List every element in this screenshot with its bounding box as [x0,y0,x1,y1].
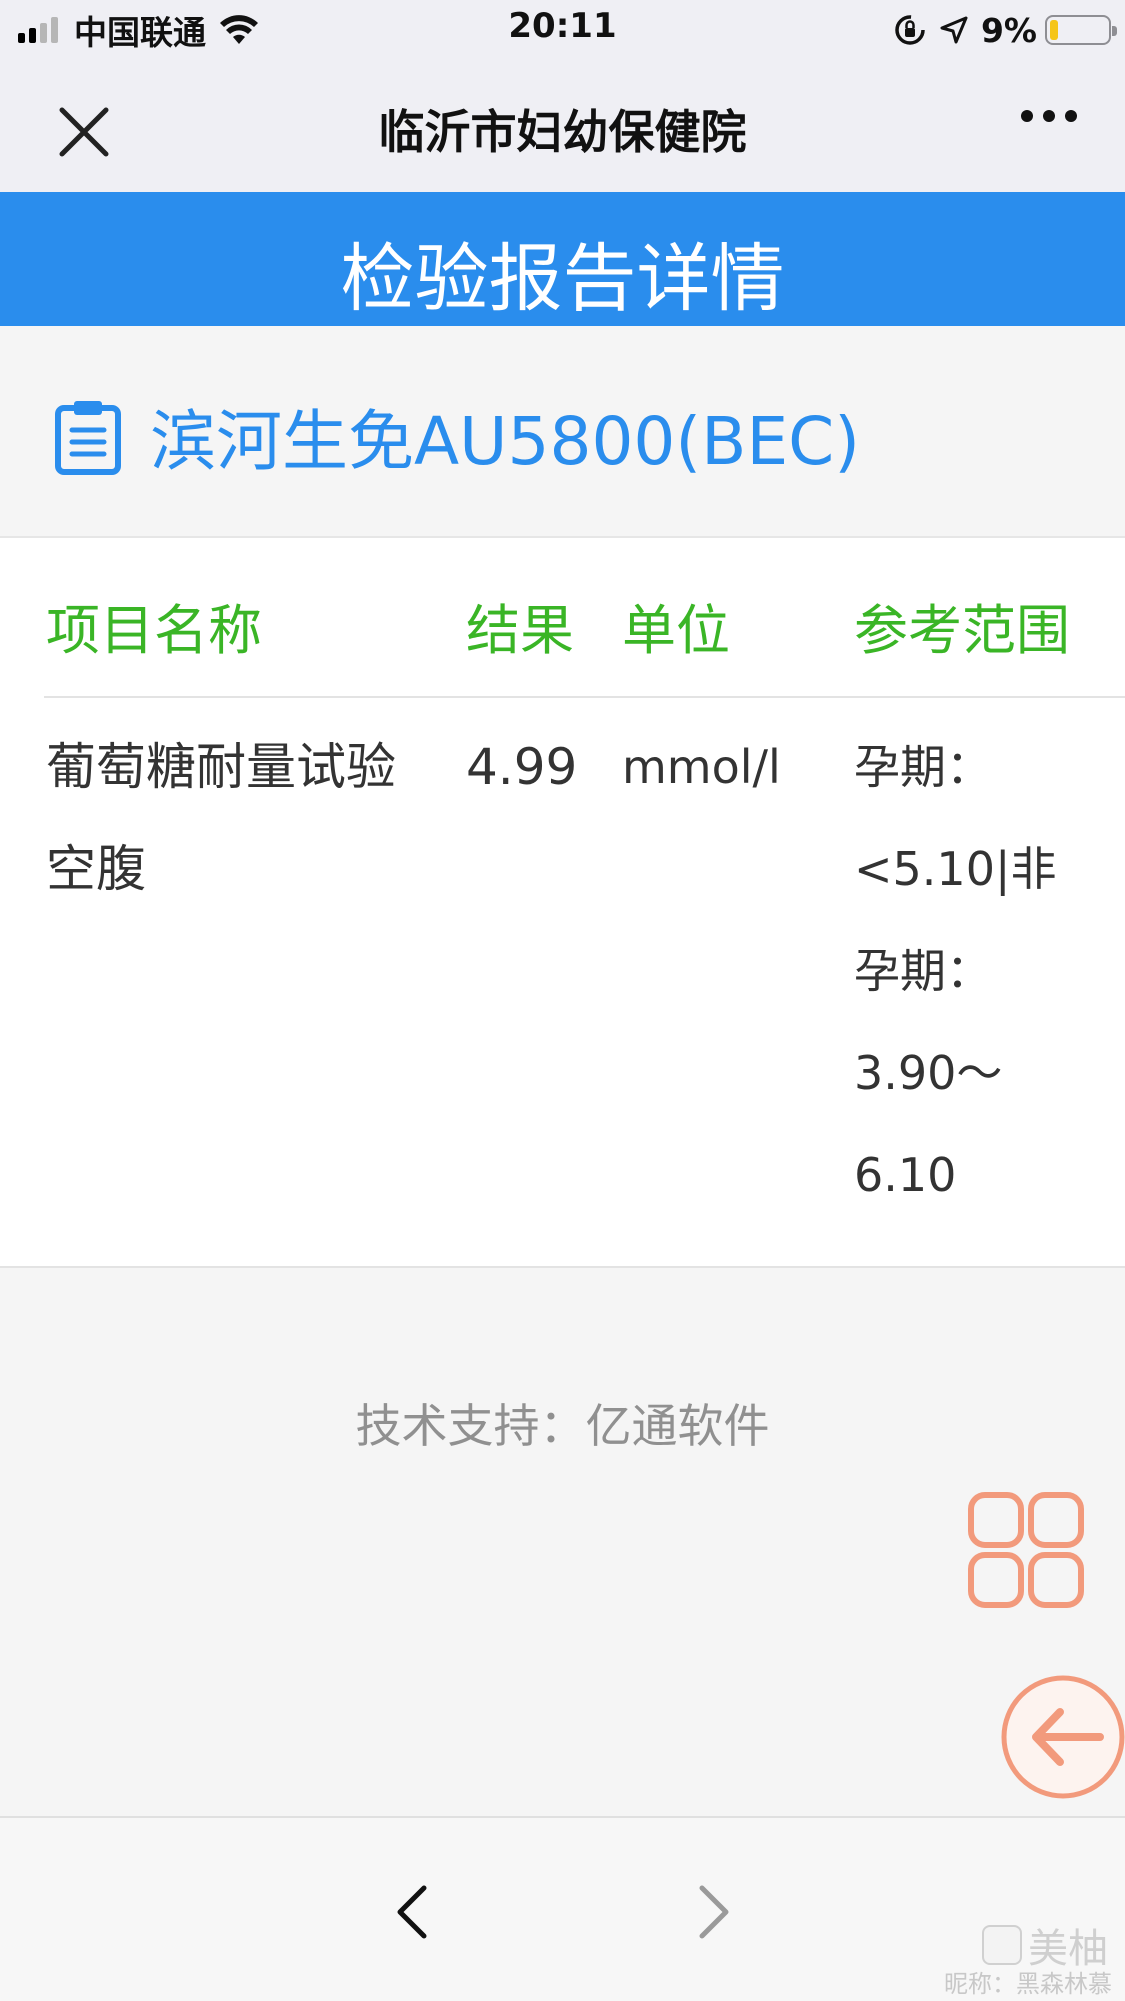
unit-cell: mmol/l [622,740,781,794]
nav-title: 临沂市妇幼保健院 [378,105,747,159]
column-header-unit: 单位 [622,599,730,662]
range-line: 孕期： [854,740,992,794]
back-arrow-icon[interactable] [1000,1674,1125,1800]
grid-menu-icon[interactable] [968,1492,1084,1608]
page: 中国联通 20:11 9% 临沂市妇幼保健院 检验报告详情 滨河生免AU5800… [0,0,1125,2001]
battery-icon [1045,15,1117,45]
clipboard-icon [55,401,121,475]
table-header: 项目名称 结果 单位 参考范围 [0,538,1125,698]
status-bar: 中国联通 20:11 9% [0,0,1125,60]
more-icon[interactable] [1011,110,1077,122]
chevron-right-icon[interactable] [688,1882,738,1942]
range-line: 孕期： [854,944,992,998]
header-divider [44,696,1125,698]
chevron-left-icon[interactable] [388,1882,438,1942]
item-name-line: 葡萄糖耐量试验 [46,738,396,796]
report-header: 检验报告详情 [0,192,1125,326]
item-name-line: 空腹 [46,840,146,898]
result-table: 项目名称 结果 单位 参考范围 葡萄糖耐量试验 空腹 4.99 mmol/l 孕… [0,538,1125,1268]
location-icon [940,16,968,44]
battery-percent: 9% [980,10,1037,50]
column-header-name: 项目名称 [46,599,262,662]
range-line: 3.90～ [854,1046,1003,1100]
status-right: 9% [893,8,1117,52]
range-line: <5.10|非 [854,842,1057,896]
range-cell: 孕期： <5.10|非 孕期： 3.90～ 6.10 [854,716,1074,1226]
device-section: 滨河生免AU5800(BEC) [0,326,1125,538]
item-name-cell: 葡萄糖耐量试验 空腹 [46,716,446,920]
column-header-result: 结果 [466,599,574,662]
watermark-nickname: 昵称：黑森林慕斯 [944,1970,1112,1998]
device-name: 滨河生免AU5800(BEC) [150,403,860,480]
orientation-lock-icon [895,15,925,45]
tech-support-text: 技术支持：亿通软件 [355,1399,770,1453]
result-cell: 4.99 [466,738,578,796]
page-title: 检验报告详情 [340,236,785,322]
range-line: 6.10 [854,1148,957,1202]
nav-bar: 临沂市妇幼保健院 [0,60,1125,192]
column-header-range: 参考范围 [854,599,1070,662]
watermark-badge-icon [982,1925,1022,1965]
